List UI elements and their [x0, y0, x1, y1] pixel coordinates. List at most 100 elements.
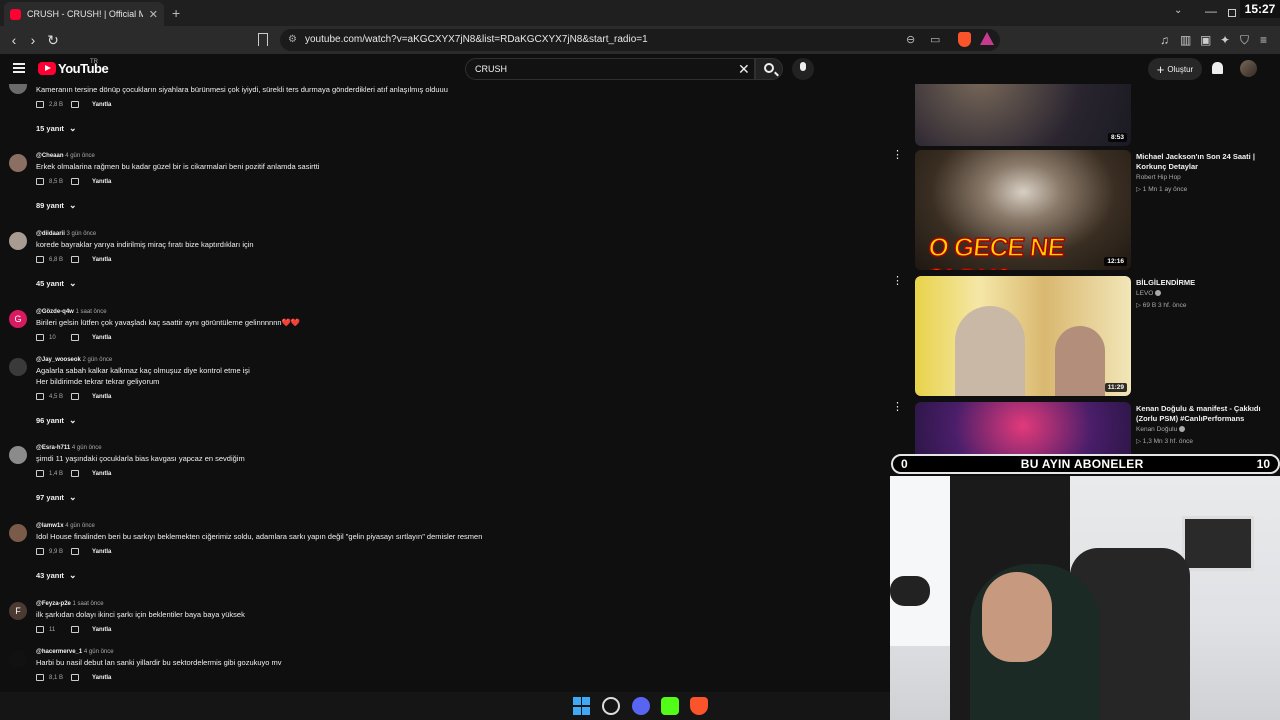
discord-icon[interactable]	[632, 697, 650, 715]
comment-author[interactable]: @diidaarii	[36, 231, 65, 237]
comment-timestamp[interactable]: 1 saat önce	[76, 309, 107, 315]
windows-start-icon[interactable]	[573, 697, 591, 715]
forward-icon[interactable]: ›	[23, 30, 43, 50]
replies-toggle[interactable]: 97 yanıt ⌄	[36, 492, 76, 503]
comment-author[interactable]: @Jay_wooseok	[36, 357, 81, 363]
video-thumbnail[interactable]: 8:53	[915, 84, 1131, 146]
like-icon[interactable]	[36, 334, 44, 341]
avatar[interactable]	[9, 84, 27, 94]
like-icon[interactable]	[36, 256, 44, 263]
dislike-icon[interactable]	[71, 626, 79, 633]
channel-name[interactable]: Kenan Doğulu	[1136, 426, 1186, 433]
recommendation-item[interactable]: 11:29 ⋮ BİLGİLENDİRME LEVO ▷ 69 B 3 hf. önce	[890, 276, 1280, 396]
close-icon[interactable]: ✕	[149, 8, 158, 21]
recommendation-item[interactable]: ⋮ Kenan Doğulu & manifest - Çakkıdı (Zorl…	[890, 402, 1280, 454]
avatar[interactable]	[9, 232, 27, 250]
dislike-icon[interactable]	[71, 470, 79, 477]
reply-button[interactable]: Yanıtla	[92, 394, 111, 400]
voice-search-button[interactable]	[792, 58, 814, 80]
comment-author[interactable]: @Esra-h711	[36, 445, 70, 451]
brave-browser-icon[interactable]	[690, 697, 708, 715]
create-button[interactable]: + Oluştur	[1148, 58, 1202, 80]
browser-tab-active[interactable]: CRUSH - CRUSH! | Official Music ✕	[4, 2, 164, 26]
channel-name-text[interactable]: Robert Hip Hop	[1136, 174, 1181, 181]
dislike-icon[interactable]	[71, 393, 79, 400]
comment-timestamp[interactable]: 4 gün önce	[65, 523, 95, 529]
reply-button[interactable]: Yanıtla	[92, 102, 111, 108]
recommendation-item[interactable]: O GECE NE OLDU? 12:16 ⋮ Michael Jackson'ın …	[890, 150, 1280, 270]
dislike-icon[interactable]	[71, 548, 79, 555]
channel-name[interactable]: LEVO	[1136, 290, 1162, 297]
zoom-icon[interactable]: ⊖	[906, 33, 915, 46]
kick-icon[interactable]	[661, 697, 679, 715]
comment-timestamp[interactable]: 2 gün önce	[83, 357, 113, 363]
replies-toggle[interactable]: 89 yanıt ⌄	[36, 200, 76, 211]
avatar[interactable]	[9, 650, 27, 668]
brave-rewards-icon[interactable]	[980, 32, 994, 45]
reply-button[interactable]: Yanıtla	[92, 257, 111, 263]
avatar[interactable]: G	[9, 310, 27, 328]
comment-timestamp[interactable]: 4 gün önce	[65, 153, 95, 159]
reply-button[interactable]: Yanıtla	[92, 627, 111, 633]
avatar[interactable]	[9, 358, 27, 376]
back-icon[interactable]: ‹	[4, 30, 24, 50]
avatar[interactable]	[1240, 60, 1257, 77]
dislike-icon[interactable]	[71, 674, 79, 681]
cast-icon[interactable]: ▭	[930, 33, 940, 46]
address-bar[interactable]: ⚙ youtube.com/watch?v=aKGCXYX7jN8&list=R…	[280, 29, 1000, 51]
like-icon[interactable]	[36, 470, 44, 477]
avatar[interactable]: F	[9, 602, 27, 620]
browser-menu-icon[interactable]: ≡	[1260, 33, 1267, 47]
comment-author[interactable]: @hacermerve_1	[36, 649, 82, 655]
like-icon[interactable]	[36, 674, 44, 681]
comment-timestamp[interactable]: 4 gün önce	[72, 445, 102, 451]
video-title[interactable]: Michael Jackson'ın Son 24 Saati | Korkun…	[1136, 152, 1272, 172]
wallet-icon[interactable]: ▣	[1200, 33, 1211, 47]
replies-toggle[interactable]: 15 yanıt ⌄	[36, 123, 76, 134]
bell-icon[interactable]	[1212, 62, 1223, 74]
avatar[interactable]	[9, 446, 27, 464]
menu-icon[interactable]	[13, 63, 25, 73]
like-icon[interactable]	[36, 626, 44, 633]
new-tab-plus-icon[interactable]: +	[172, 5, 180, 21]
comment-timestamp[interactable]: 4 gün önce	[84, 649, 114, 655]
search-input[interactable]: CRUSH ✕	[465, 58, 755, 80]
reply-button[interactable]: Yanıtla	[92, 471, 111, 477]
video-title[interactable]: Kenan Doğulu & manifest - Çakkıdı (Zorlu…	[1136, 404, 1272, 424]
avatar[interactable]	[9, 154, 27, 172]
more-vert-icon[interactable]: ⋮	[892, 150, 903, 161]
youtube-wordmark[interactable]: YouTube	[58, 61, 109, 76]
leo-ai-icon[interactable]: ✦	[1220, 33, 1230, 47]
youtube-logo-icon[interactable]	[38, 62, 56, 75]
video-thumbnail[interactable]: O GECE NE OLDU? 12:16	[915, 150, 1131, 270]
replies-toggle[interactable]: 96 yanıt ⌄	[36, 415, 76, 426]
comment-author[interactable]: @lamw1x	[36, 523, 64, 529]
like-icon[interactable]	[36, 101, 44, 108]
dislike-icon[interactable]	[71, 178, 79, 185]
recommendation-item[interactable]: 8:53	[890, 84, 1280, 146]
channel-name-text[interactable]: Kenan Doğulu	[1136, 426, 1177, 433]
brave-shield-icon[interactable]	[958, 32, 971, 47]
vpn-icon[interactable]: ⛉	[1240, 33, 1249, 48]
comment-author[interactable]: @Feyza-p2e	[36, 601, 71, 607]
site-info-icon[interactable]: ⚙	[288, 34, 297, 45]
media-icon[interactable]: ♫	[1160, 33, 1169, 47]
like-icon[interactable]	[36, 548, 44, 555]
like-icon[interactable]	[36, 178, 44, 185]
obs-icon[interactable]	[602, 697, 620, 715]
comment-author[interactable]: @Gözde-q4w	[36, 309, 74, 315]
like-icon[interactable]	[36, 393, 44, 400]
comment-timestamp[interactable]: 3 gün önce	[67, 231, 97, 237]
video-thumbnail[interactable]	[915, 402, 1131, 454]
channel-name-text[interactable]: LEVO	[1136, 290, 1153, 297]
sidebar-toggle-icon[interactable]: ▥	[1180, 33, 1191, 47]
reply-button[interactable]: Yanıtla	[92, 549, 111, 555]
video-thumbnail[interactable]: 11:29	[915, 276, 1131, 396]
search-input-value[interactable]: CRUSH	[475, 64, 507, 74]
reply-button[interactable]: Yanıtla	[92, 179, 111, 185]
reply-button[interactable]: Yanıtla	[92, 675, 111, 681]
replies-toggle[interactable]: 43 yanıt ⌄	[36, 570, 76, 581]
avatar[interactable]	[9, 524, 27, 542]
comment-author[interactable]: @Cheaan	[36, 153, 64, 159]
search-button[interactable]	[755, 58, 783, 80]
